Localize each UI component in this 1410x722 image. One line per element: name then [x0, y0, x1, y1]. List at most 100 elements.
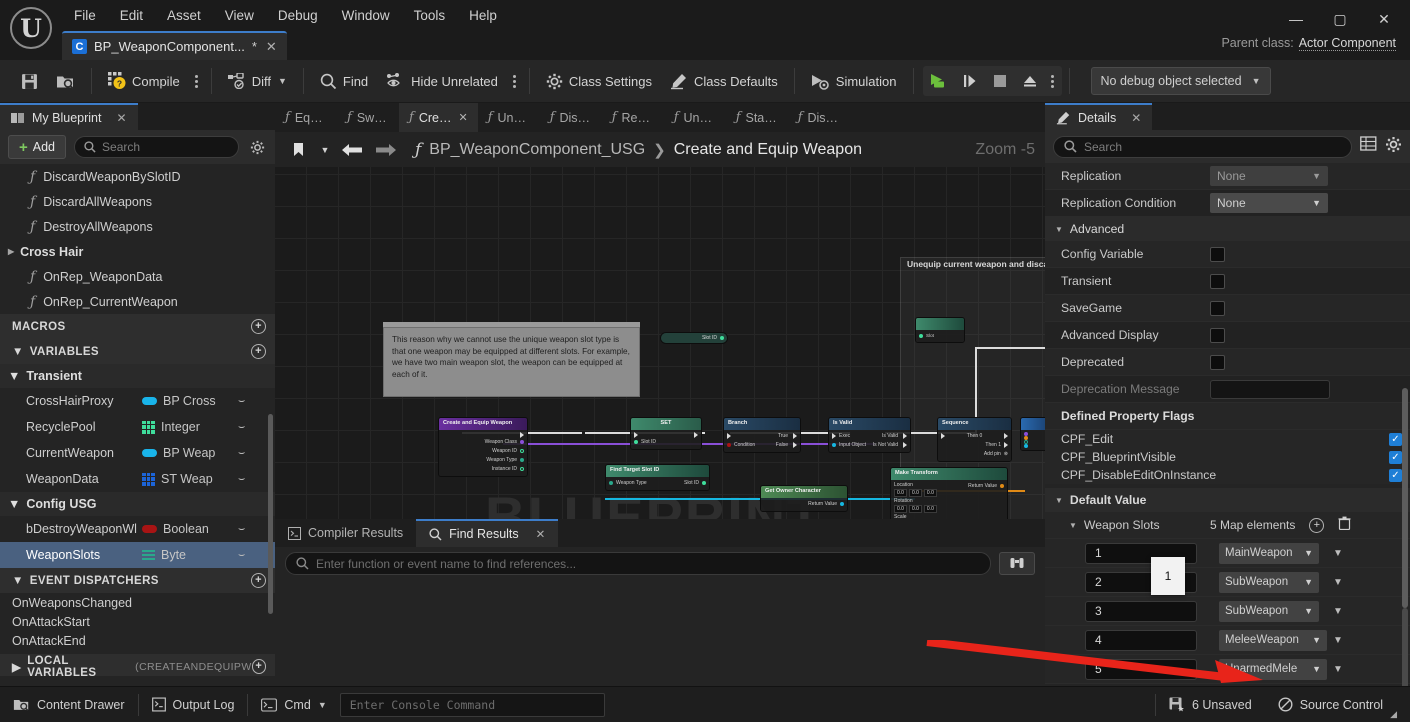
graph-tab-4[interactable]: ƒ Dis…: [540, 103, 602, 132]
list-item[interactable]: ƒ OnRep_WeaponData: [0, 264, 275, 289]
pin-dot[interactable]: [840, 502, 844, 507]
hide-unrelated-button[interactable]: Hide Unrelated: [377, 64, 507, 98]
save-button[interactable]: [12, 64, 47, 98]
add-button[interactable]: + Add: [8, 135, 67, 159]
section-advanced[interactable]: ▼ Advanced: [1045, 217, 1410, 241]
find-in-blueprints-button[interactable]: [999, 552, 1035, 575]
map-entry-row-5[interactable]: 5 UnarmedMele ▼ ▼: [1045, 655, 1410, 684]
map-value-combo[interactable]: MeleeWeapon ▼: [1219, 629, 1327, 651]
menu-window[interactable]: Window: [330, 3, 402, 28]
class-defaults-button[interactable]: Class Defaults: [661, 64, 787, 98]
exec-pin-icon[interactable]: [793, 442, 797, 449]
variable-row-weapondata[interactable]: WeaponData ST Weap ⌣: [0, 466, 275, 492]
chevron-down-icon[interactable]: ▼: [1069, 521, 1077, 530]
menu-edit[interactable]: Edit: [108, 3, 155, 28]
savegame-checkbox[interactable]: [1210, 300, 1225, 316]
menu-debug[interactable]: Debug: [266, 3, 330, 28]
variable-row-bdestroyweapon[interactable]: bDestroyWeaponWl Boolean ⌣: [0, 516, 275, 542]
property-row-config-variable[interactable]: Config Variable: [1045, 241, 1410, 268]
cpf-edit-checkbox[interactable]: ✓: [1389, 432, 1402, 446]
find-button[interactable]: Find: [311, 64, 377, 98]
rotation-z-field[interactable]: 0.0: [923, 504, 937, 513]
eject-button[interactable]: [1015, 67, 1045, 95]
details-property-list[interactable]: Replication None ▼ Replication Condition …: [1045, 163, 1410, 686]
map-entry-options-icon[interactable]: ▼: [1333, 577, 1343, 588]
node-set[interactable]: SET Slot ID: [630, 417, 702, 450]
location-z-field[interactable]: 0.0: [923, 488, 937, 497]
pin-dot[interactable]: [520, 458, 524, 463]
eye-icon[interactable]: ⌣: [238, 549, 245, 562]
exec-pin-icon[interactable]: [1003, 433, 1008, 440]
list-item[interactable]: OnWeaponsChanged: [0, 593, 275, 612]
exec-pin-icon[interactable]: [694, 431, 698, 438]
graph-tab-8[interactable]: ƒ Dis…: [788, 103, 850, 132]
details-scrollbar-lower[interactable]: [1402, 608, 1408, 686]
map-entry-row-4[interactable]: 4 MeleeWeapon ▼ ▼: [1045, 626, 1410, 655]
section-macros[interactable]: MACROS +: [0, 314, 275, 339]
add-map-element-button[interactable]: +: [1309, 517, 1325, 533]
my-blueprint-scrollbar[interactable]: [268, 414, 273, 614]
exec-pin-icon[interactable]: [941, 433, 945, 440]
graph-tab-1[interactable]: ƒ Sw…: [337, 103, 399, 132]
map-value-combo[interactable]: SubWeapon ▼: [1219, 600, 1319, 622]
menu-help[interactable]: Help: [457, 3, 509, 28]
tab-find-results[interactable]: Find Results ✕: [416, 519, 559, 547]
my-blueprint-search-input[interactable]: Search: [74, 136, 239, 158]
graph-tab-6[interactable]: ƒ Un…: [664, 103, 726, 132]
exec-pin-icon[interactable]: [1004, 442, 1008, 449]
menu-tools[interactable]: Tools: [402, 3, 458, 28]
minimize-icon[interactable]: —: [1274, 6, 1318, 32]
map-key-input[interactable]: 4: [1085, 629, 1197, 651]
pin-dot[interactable]: [609, 481, 613, 486]
browse-content-button[interactable]: [47, 64, 84, 98]
node-slot-id-getter[interactable]: Slot ID: [660, 332, 728, 344]
category-transient[interactable]: ▼ Transient: [0, 364, 275, 388]
delete-map-button[interactable]: [1338, 516, 1351, 535]
map-value-combo[interactable]: MainWeapon ▼: [1219, 542, 1319, 564]
stop-button[interactable]: [985, 67, 1015, 95]
menu-view[interactable]: View: [213, 3, 266, 28]
map-value-combo[interactable]: SubWeapon ▼: [1219, 571, 1319, 593]
details-scrollbar[interactable]: [1402, 388, 1408, 608]
unreal-logo-icon[interactable]: U: [10, 7, 52, 49]
graph-tab-5[interactable]: ƒ Re…: [602, 103, 664, 132]
step-button[interactable]: [955, 67, 985, 95]
pin-dot[interactable]: [520, 449, 524, 454]
property-row-transient[interactable]: Transient: [1045, 268, 1410, 295]
list-item[interactable]: ƒ OnRep_CurrentWeapon: [0, 289, 275, 314]
document-tab-bp-weaponcomponent[interactable]: C BP_WeaponComponent... * ✕: [62, 31, 287, 60]
property-row-weapon-slots[interactable]: ▼ Weapon Slots 5 Map elements +: [1045, 512, 1410, 539]
compile-button[interactable]: ? Compile: [99, 64, 189, 98]
tab-compiler-results[interactable]: Compiler Results: [275, 519, 416, 547]
add-dispatcher-button[interactable]: +: [251, 573, 266, 588]
graph-tab-0[interactable]: ƒ Eq…: [275, 103, 337, 132]
exec-pin-icon[interactable]: [903, 433, 907, 440]
close-icon[interactable]: ✕: [1131, 111, 1141, 125]
list-item[interactable]: OnAttackStart: [0, 612, 275, 631]
debug-object-selector[interactable]: No debug object selected ▼: [1090, 67, 1271, 95]
eye-icon[interactable]: ⌣: [238, 523, 245, 536]
menu-asset[interactable]: Asset: [155, 3, 213, 28]
map-entry-options-icon[interactable]: ▼: [1333, 606, 1343, 617]
exec-pin-icon[interactable]: [727, 433, 731, 440]
my-blueprint-settings-button[interactable]: [247, 137, 267, 157]
cpf-blueprintvisible-checkbox[interactable]: ✓: [1389, 450, 1402, 464]
deprecated-checkbox[interactable]: [1210, 354, 1225, 370]
list-item[interactable]: ƒ DiscardWeaponBySlotID: [0, 164, 275, 189]
node-sequence[interactable]: Sequence Then 0 Then 1 Add pin ⊗: [937, 417, 1012, 462]
pin-dot[interactable]: [520, 440, 524, 445]
variable-row-currentweapon[interactable]: CurrentWeapon BP Weap ⌣: [0, 440, 275, 466]
cpf-disableeditoninstance-checkbox[interactable]: ✓: [1389, 468, 1402, 482]
console-command-input[interactable]: Enter Console Command: [339, 692, 605, 717]
map-entry-row-1[interactable]: 1 MainWeapon ▼ ▼: [1045, 539, 1410, 568]
variable-row-recyclepool[interactable]: RecyclePool Integer ⌣: [0, 414, 275, 440]
map-entry-row-3[interactable]: 3 SubWeapon ▼ ▼: [1045, 597, 1410, 626]
section-default-value[interactable]: ▼ Default Value: [1045, 488, 1410, 512]
find-options-kebab[interactable]: [507, 64, 522, 98]
tab-details[interactable]: Details ✕: [1045, 103, 1153, 130]
node-get-owner-character[interactable]: Get Owner Character Return Value: [760, 485, 848, 512]
pin-dot[interactable]: [832, 443, 836, 448]
node-get-weapon-slot[interactable]: Slot: [915, 317, 965, 344]
list-item[interactable]: ƒ DiscardAllWeapons: [0, 189, 275, 214]
add-local-variable-button[interactable]: +: [251, 659, 266, 674]
